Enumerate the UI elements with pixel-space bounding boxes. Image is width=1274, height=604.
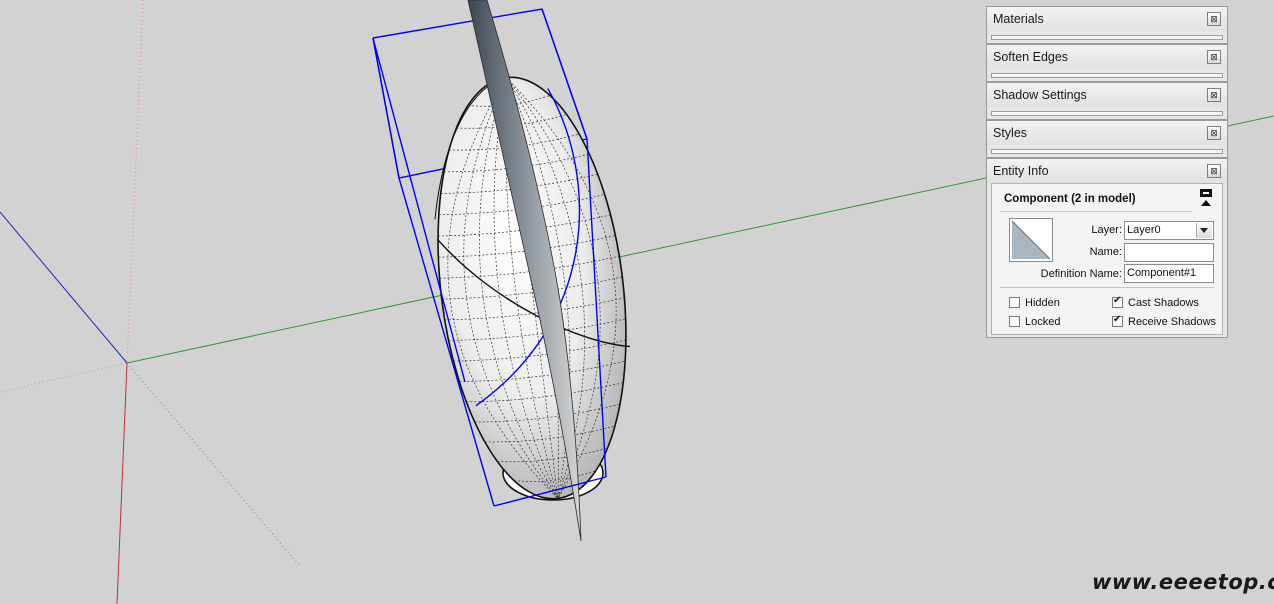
receive-shadows-checkbox[interactable]	[1112, 314, 1123, 327]
layer-dropdown[interactable]: Layer0	[1124, 221, 1214, 240]
locked-label: Locked	[1025, 316, 1061, 328]
component-preview-icon	[1010, 219, 1052, 261]
name-field[interactable]	[1124, 243, 1214, 262]
entity-heading: Component (2 in model)	[1004, 193, 1136, 205]
locked-checkbox[interactable]	[1009, 316, 1020, 327]
close-icon[interactable]: ⊠	[1207, 88, 1221, 102]
tray-soften-edges-header[interactable]: Soften Edges ⊠	[987, 45, 1227, 69]
tray-title: Styles	[993, 126, 1028, 140]
layer-label: Layer:	[1091, 224, 1122, 236]
divider	[1000, 211, 1192, 212]
close-icon[interactable]: ⊠	[1207, 50, 1221, 64]
close-icon[interactable]: ⊠	[1207, 12, 1221, 26]
tray-materials[interactable]: Materials ⊠	[986, 6, 1228, 44]
tray-shadow-settings[interactable]: Shadow Settings ⊠	[986, 82, 1228, 120]
tray-collapsed-bar	[991, 73, 1223, 78]
name-label: Name:	[1089, 246, 1122, 258]
watermark-text: www.eeeetop.com	[1092, 570, 1274, 594]
tray-entity-info[interactable]: Entity Info ⊠ Component (2 in model) Lay…	[986, 158, 1228, 338]
tray-collapsed-bar	[991, 111, 1223, 116]
cast-shadows-label: Cast Shadows	[1128, 297, 1199, 309]
collapse-details-icon[interactable]	[1200, 189, 1212, 207]
hidden-checkbox[interactable]	[1009, 297, 1020, 308]
definition-name-label: Definition Name:	[1040, 268, 1122, 280]
tray-styles-header[interactable]: Styles ⊠	[987, 121, 1227, 145]
tray-title: Entity Info	[993, 164, 1049, 178]
cast-shadows-checkbox[interactable]	[1112, 295, 1123, 308]
definition-name-field[interactable]: Component#1	[1124, 264, 1214, 283]
tray-entity-info-header[interactable]: Entity Info ⊠	[987, 159, 1227, 183]
receive-shadows-label: Receive Shadows	[1128, 316, 1217, 328]
definition-name-value: Component#1	[1127, 267, 1197, 279]
component-thumbnail	[1009, 218, 1053, 262]
tray-title: Materials	[993, 12, 1044, 26]
tray-title: Shadow Settings	[993, 88, 1087, 102]
tray-collapsed-bar	[991, 35, 1223, 40]
entity-info-body: Component (2 in model) Layer: Layer0 Nam…	[991, 183, 1223, 335]
close-icon[interactable]: ⊠	[1207, 126, 1221, 140]
hidden-label: Hidden	[1025, 297, 1060, 309]
close-icon[interactable]: ⊠	[1207, 164, 1221, 178]
tray-title: Soften Edges	[993, 50, 1069, 64]
divider	[1000, 287, 1214, 288]
tray-soften-edges[interactable]: Soften Edges ⊠	[986, 44, 1228, 82]
tray-shadow-settings-header[interactable]: Shadow Settings ⊠	[987, 83, 1227, 107]
layer-value: Layer0	[1127, 224, 1161, 236]
tray-styles[interactable]: Styles ⊠	[986, 120, 1228, 158]
egg-component[interactable]	[416, 66, 648, 509]
chevron-down-icon[interactable]	[1196, 223, 1212, 238]
tray-materials-header[interactable]: Materials ⊠	[987, 7, 1227, 31]
tray-collapsed-bar	[991, 149, 1223, 154]
